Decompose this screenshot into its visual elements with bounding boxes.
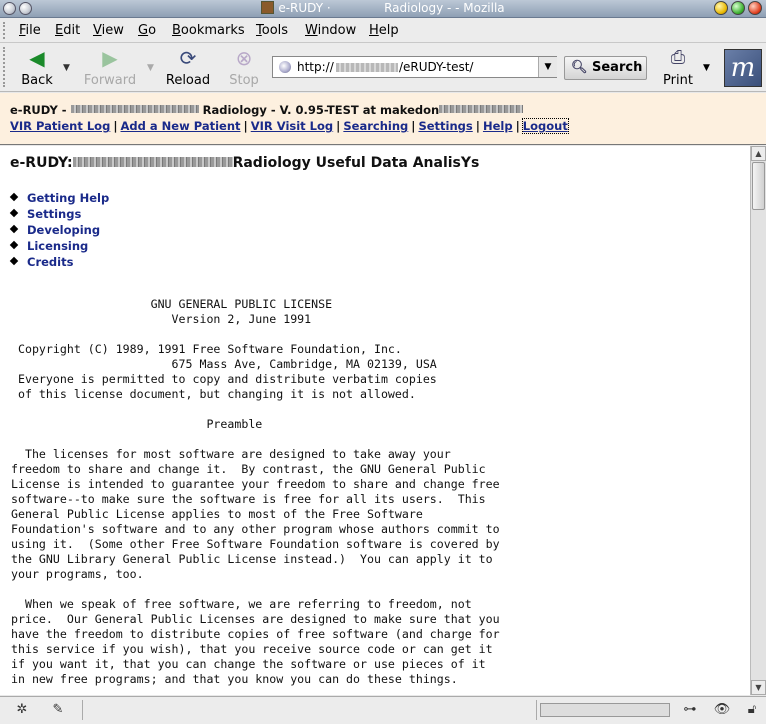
search-icon: 🔍︎ [571, 60, 588, 75]
forward-dropdown-icon[interactable]: ▼ [147, 63, 154, 73]
menu-go[interactable]: Go [138, 23, 156, 38]
menubar-grip[interactable] [3, 22, 8, 39]
vertical-scrollbar[interactable]: ▲ ▼ [750, 146, 766, 695]
back-dropdown-icon[interactable]: ▼ [63, 63, 70, 73]
header-title-prefix: e-RUDY - [10, 103, 67, 117]
url-path: /eRUDY-test/ [399, 60, 474, 74]
page-title-suffix: Radiology Useful Data AnalisYs [232, 155, 480, 171]
toc-item: Licensing [10, 239, 109, 255]
scroll-down-icon[interactable]: ▼ [751, 680, 766, 695]
link-add-new-patient[interactable]: Add a New Patient [121, 119, 241, 133]
stop-button[interactable]: ⊗ Stop [214, 46, 274, 88]
search-label: Search [592, 60, 643, 75]
reload-button[interactable]: ⟳ Reload [158, 46, 218, 88]
scroll-up-icon[interactable]: ▲ [751, 146, 766, 161]
redacted-text [439, 105, 524, 113]
page-title: e-RUDY: Radiology Useful Data AnalisYs [10, 155, 479, 171]
redacted-text [72, 157, 233, 167]
header-title-middle: Radiology - V. 0.95-TEST at makedon [202, 103, 440, 117]
forward-arrow-icon: ▶ [102, 46, 118, 70]
forward-button[interactable]: ▶ Forward [80, 46, 140, 88]
stop-icon: ⊗ [235, 46, 253, 70]
app-nav-links: VIR Patient Log | Add a New Patient | VIR Vi… [10, 118, 569, 134]
link-settings[interactable]: Settings [418, 119, 472, 133]
reload-icon: ⟳ [179, 46, 197, 70]
link-vir-visit-log[interactable]: VIR Visit Log [251, 119, 333, 133]
print-button[interactable]: ⎙ Print [656, 47, 700, 88]
toc-link-developing[interactable]: Developing [27, 223, 100, 237]
maximize-button[interactable] [731, 1, 745, 15]
menu-bookmarks[interactable]: Bookmarks [172, 23, 245, 38]
link-logout[interactable]: Logout [521, 118, 569, 134]
online-status-icon[interactable]: ⊶ [680, 702, 700, 718]
toc-item: Getting Help [10, 191, 109, 207]
mozilla-throbber-icon[interactable]: m [724, 49, 762, 87]
menu-edit[interactable]: Edit [55, 23, 80, 38]
toc-link-getting-help[interactable]: Getting Help [27, 191, 109, 205]
reload-label: Reload [165, 73, 211, 88]
print-label: Print [663, 73, 693, 88]
back-button[interactable]: ◀ Back [7, 46, 67, 88]
app-icon [261, 1, 275, 14]
page-content: e-RUDY: Radiology Useful Data AnalisYs Ge… [0, 146, 750, 695]
window-right-controls [714, 1, 762, 15]
scrollbar-thumb[interactable] [752, 162, 765, 210]
app-header: e-RUDY - Radiology - V. 0.95-TEST at mak… [0, 93, 766, 145]
toc-link-settings[interactable]: Settings [27, 207, 81, 221]
menu-file[interactable]: File [19, 23, 41, 38]
stop-label: Stop [229, 73, 259, 88]
back-arrow-icon: ◀ [29, 46, 45, 70]
toc-item: Credits [10, 255, 109, 271]
security-lock-icon[interactable]: 🔓︎ [742, 702, 762, 718]
print-dropdown-icon[interactable]: ▼ [703, 63, 710, 73]
toc-item: Settings [10, 207, 109, 223]
toc-link-credits[interactable]: Credits [27, 255, 73, 269]
back-label: Back [21, 73, 53, 88]
status-divider [536, 700, 537, 720]
composer-icon[interactable]: ✎ [48, 702, 68, 718]
page-title-prefix: e-RUDY: [10, 155, 73, 171]
url-bar[interactable]: /eRUDY-test/ [272, 56, 557, 78]
close-button[interactable] [748, 1, 762, 15]
app-header-title: e-RUDY - Radiology - V. 0.95-TEST at mak… [10, 103, 524, 117]
site-icon [279, 61, 291, 73]
search-button[interactable]: 🔍︎ Search [564, 56, 647, 80]
printer-icon: ⎙ [670, 47, 686, 68]
minimize-button[interactable] [714, 1, 728, 15]
menu-help[interactable]: Help [369, 23, 399, 38]
menu-window[interactable]: Window [305, 23, 356, 38]
status-bar: ✲ ✎ ⊶ 👁︎ 🔓︎ [0, 696, 766, 724]
redacted-host [336, 63, 398, 72]
status-divider [82, 700, 83, 720]
link-help[interactable]: Help [483, 119, 513, 133]
privacy-icon[interactable]: 👁︎ [712, 702, 732, 718]
window-title: e-RUDY · Radiology - - Mozilla [0, 1, 766, 15]
url-history-dropdown-icon[interactable]: ▼ [538, 57, 557, 77]
window-title-text: e-RUDY · Radiology - - Mozilla [278, 1, 505, 15]
link-vir-patient-log[interactable]: VIR Patient Log [10, 119, 110, 133]
menu-bar: File Edit View Go Bookmarks Tools Window… [0, 18, 766, 43]
forward-label: Forward [83, 73, 137, 88]
link-searching[interactable]: Searching [343, 119, 408, 133]
navigator-icon[interactable]: ✲ [12, 702, 32, 718]
license-text: GNU GENERAL PUBLIC LICENSE Version 2, Ju… [11, 297, 500, 686]
table-of-contents: Getting Help Settings Developing Licensi… [10, 191, 109, 271]
redacted-text [70, 105, 199, 113]
menu-view[interactable]: View [93, 23, 124, 38]
toc-item: Developing [10, 223, 109, 239]
menu-tools[interactable]: Tools [256, 23, 288, 38]
toc-link-licensing[interactable]: Licensing [27, 239, 88, 253]
window-titlebar: e-RUDY · Radiology - - Mozilla [0, 0, 766, 18]
progress-meter [540, 703, 670, 717]
